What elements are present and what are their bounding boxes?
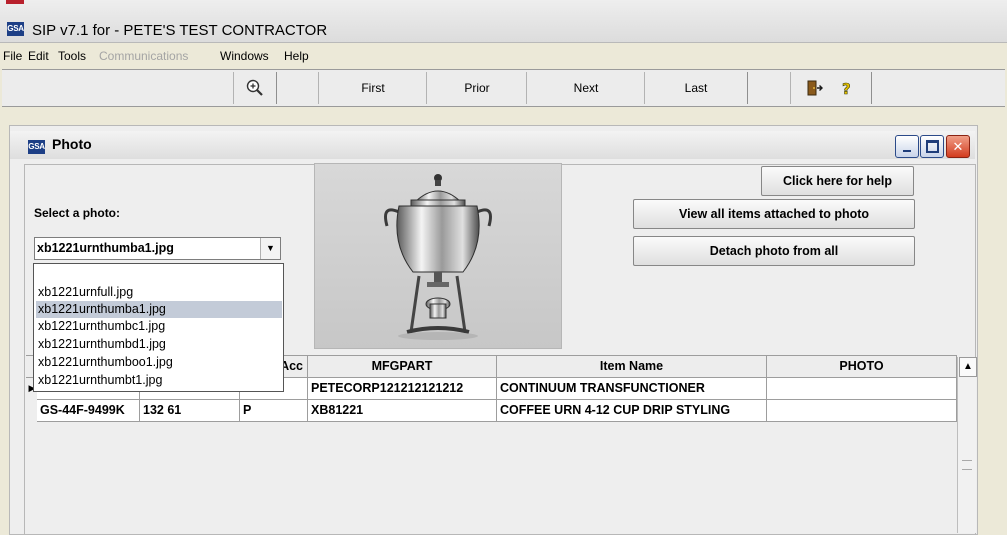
close-button[interactable]: ✕ xyxy=(946,135,970,158)
first-button[interactable]: First xyxy=(318,72,428,104)
menu-file[interactable]: File xyxy=(3,49,22,63)
menu-tools[interactable]: Tools xyxy=(58,49,86,63)
menu-bar: File Edit Tools Communications Windows H… xyxy=(0,46,1007,66)
table-cell-acc[interactable]: P xyxy=(240,400,308,422)
photo-window-titlebar[interactable] xyxy=(10,131,975,159)
dropdown-option[interactable]: xb1221urnthumbt1.jpg xyxy=(36,372,282,389)
photo-select-combo[interactable]: xb1221urnthumba1.jpg ▼ xyxy=(34,237,281,260)
close-icon: ✕ xyxy=(952,138,964,154)
door-exit-icon[interactable] xyxy=(806,79,824,97)
menu-help[interactable]: Help xyxy=(284,49,309,63)
table-cell-photo[interactable] xyxy=(767,378,957,400)
detach-photo-button[interactable]: Detach photo from all xyxy=(633,236,915,266)
gsa-logo-icon: GSA xyxy=(7,22,24,36)
prior-button[interactable]: Prior xyxy=(426,72,528,104)
dropdown-option[interactable]: xb1221urnthumbd1.jpg xyxy=(36,336,282,353)
dropdown-option[interactable]: xb1221urnfull.jpg xyxy=(36,284,282,301)
menu-edit[interactable]: Edit xyxy=(28,49,49,63)
photo-select-value: xb1221urnthumba1.jpg xyxy=(37,241,174,255)
menu-windows[interactable]: Windows xyxy=(220,49,269,63)
gsa-logo-icon: GSA xyxy=(28,140,45,154)
next-button[interactable]: Next xyxy=(526,72,646,104)
table-cell-mfgpart[interactable]: XB81221 xyxy=(308,400,497,422)
zoom-button[interactable] xyxy=(233,72,277,104)
last-button[interactable]: Last xyxy=(644,72,748,104)
table-cell-contract[interactable]: GS-44F-9499K xyxy=(37,400,140,422)
photo-preview xyxy=(314,163,562,349)
table-vertical-scrollbar[interactable]: ▲ xyxy=(957,357,977,533)
dropdown-option-empty[interactable] xyxy=(36,266,282,283)
maximize-button[interactable] xyxy=(920,135,944,158)
photo-window-title: Photo xyxy=(52,136,92,152)
app-title: SIP v7.1 for - PETE'S TEST CONTRACTOR xyxy=(32,22,328,39)
menu-communications: Communications xyxy=(99,49,189,63)
help-button[interactable]: Click here for help xyxy=(761,166,914,196)
column-header-mfgpart[interactable]: MFGPART xyxy=(308,355,497,378)
table-cell-photo[interactable] xyxy=(767,400,957,422)
table-cell-item-name[interactable]: CONTINUUM TRANSFUNCTIONER xyxy=(497,378,767,400)
scrollbar-grip[interactable] xyxy=(962,460,972,470)
table-cell-item-name[interactable]: COFFEE URN 4-12 CUP DRIP STYLING xyxy=(497,400,767,422)
chevron-up-icon[interactable]: ▲ xyxy=(959,357,977,377)
magnifier-plus-icon xyxy=(246,79,263,96)
svg-text:?: ? xyxy=(842,80,851,97)
title-accent-mark xyxy=(6,0,24,4)
toolbar-icon-group: ? xyxy=(790,72,872,104)
dropdown-option-selected[interactable]: xb1221urnthumba1.jpg xyxy=(36,301,282,318)
table-cell-sin[interactable]: 132 61 xyxy=(140,400,240,422)
maximize-icon xyxy=(925,140,939,153)
view-items-button[interactable]: View all items attached to photo xyxy=(633,199,915,229)
dropdown-option[interactable]: xb1221urnthumboo1.jpg xyxy=(36,354,282,371)
photo-dropdown-list: xb1221urnfull.jpg xb1221urnthumba1.jpg x… xyxy=(33,263,284,392)
question-mark-icon[interactable]: ? xyxy=(838,79,856,97)
minimize-button[interactable] xyxy=(895,135,919,158)
minimize-icon xyxy=(903,149,911,152)
coffee-urn-photo xyxy=(384,174,492,340)
column-header-photo[interactable]: PHOTO xyxy=(767,355,957,378)
table-cell-mfgpart[interactable]: PETECORP121212121212 xyxy=(308,378,497,400)
column-header-item-name[interactable]: Item Name xyxy=(497,355,767,378)
select-photo-label: Select a photo: xyxy=(34,206,121,220)
chevron-down-icon[interactable]: ▼ xyxy=(260,238,280,259)
dropdown-option[interactable]: xb1221urnthumbc1.jpg xyxy=(36,318,282,335)
